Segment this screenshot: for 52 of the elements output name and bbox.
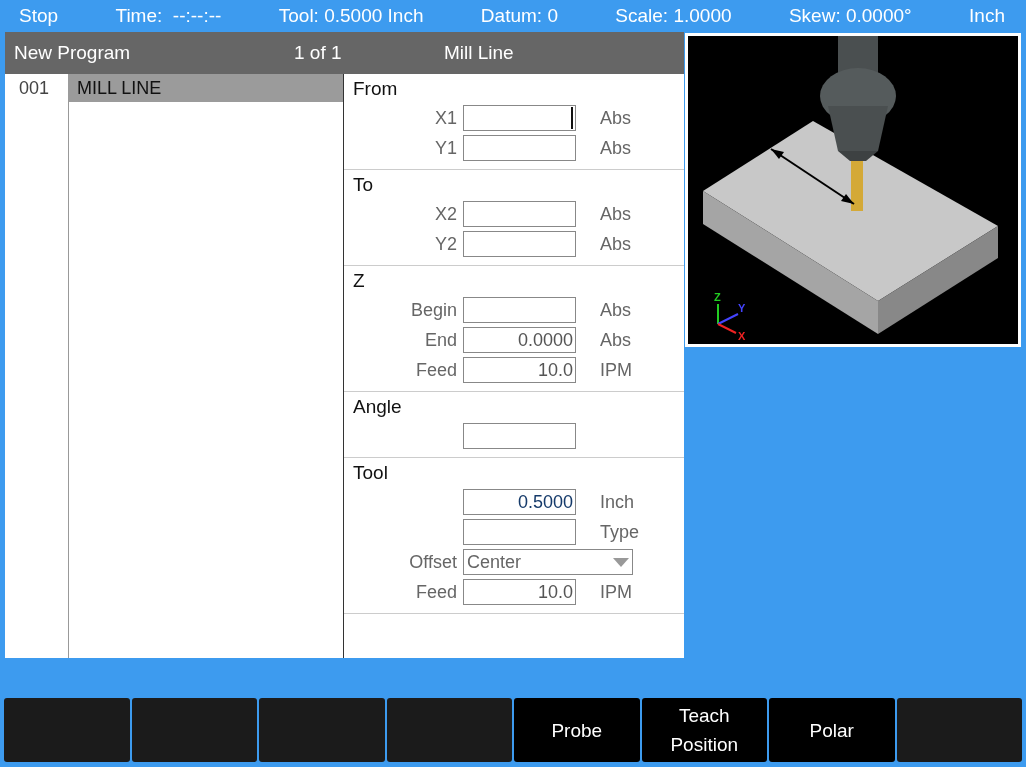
input-field[interactable]	[463, 519, 576, 545]
softkey[interactable]: Polar	[769, 698, 895, 762]
unit-label: Type	[599, 521, 640, 543]
section-title: To	[353, 174, 375, 196]
section-title: Tool	[353, 462, 389, 484]
step-title: Mill Line	[444, 42, 515, 64]
input-field[interactable]	[463, 135, 576, 161]
page-counter: 1 of 1	[294, 42, 343, 64]
field-label: Y2	[433, 233, 457, 255]
input-field[interactable]: 0.5000	[463, 489, 576, 515]
status-text: Tool: 0.5000 Inch	[278, 5, 424, 27]
unit-label: IPM	[599, 581, 633, 603]
input-field[interactable]	[463, 105, 576, 131]
field-label: Feed	[414, 581, 457, 603]
input-field[interactable]: 0.0000	[463, 327, 576, 353]
status-text: Inch	[969, 5, 1005, 27]
field-label: Begin	[409, 299, 457, 321]
input-field[interactable]	[463, 231, 576, 257]
section-title: Z	[353, 270, 366, 292]
field-label: Y1	[433, 137, 457, 159]
status-text: Skew: 0.0000°	[788, 5, 912, 27]
field-label: X1	[433, 107, 457, 129]
unit-label: Abs	[599, 107, 633, 129]
softkey[interactable]: Teach Position	[641, 698, 767, 762]
field-label: End	[423, 329, 457, 351]
input-field[interactable]: 10.0	[463, 579, 576, 605]
input-field[interactable]	[463, 423, 576, 449]
section-title: Angle	[353, 396, 403, 418]
status-text: Time: --:--:--	[115, 5, 222, 27]
unit-label: Abs	[599, 299, 633, 321]
input-field[interactable]: 10.0	[463, 357, 576, 383]
offset-dropdown[interactable]: Center	[463, 549, 633, 575]
field-label: Feed	[414, 359, 457, 381]
status-text: Stop	[19, 5, 59, 27]
field-label: Offset	[408, 551, 457, 573]
unit-label: Abs	[599, 203, 633, 225]
unit-label: Abs	[599, 137, 633, 159]
unit-label: Abs	[599, 329, 633, 351]
section-title: From	[353, 78, 399, 100]
status-text: Scale: 1.0000	[615, 5, 732, 27]
status-text: Datum: 0	[480, 5, 558, 27]
input-field[interactable]	[463, 297, 576, 323]
unit-label: IPM	[599, 359, 633, 381]
line-number: 001	[18, 77, 51, 100]
unit-label: Inch	[599, 491, 636, 513]
input-field[interactable]	[463, 201, 576, 227]
program-title: New Program	[14, 42, 132, 64]
field-label: X2	[433, 203, 457, 225]
unit-label: Abs	[599, 233, 633, 255]
program-step[interactable]: MILL LINE	[68, 74, 343, 102]
softkey[interactable]: Probe	[514, 698, 640, 762]
caret-icon	[613, 557, 629, 567]
